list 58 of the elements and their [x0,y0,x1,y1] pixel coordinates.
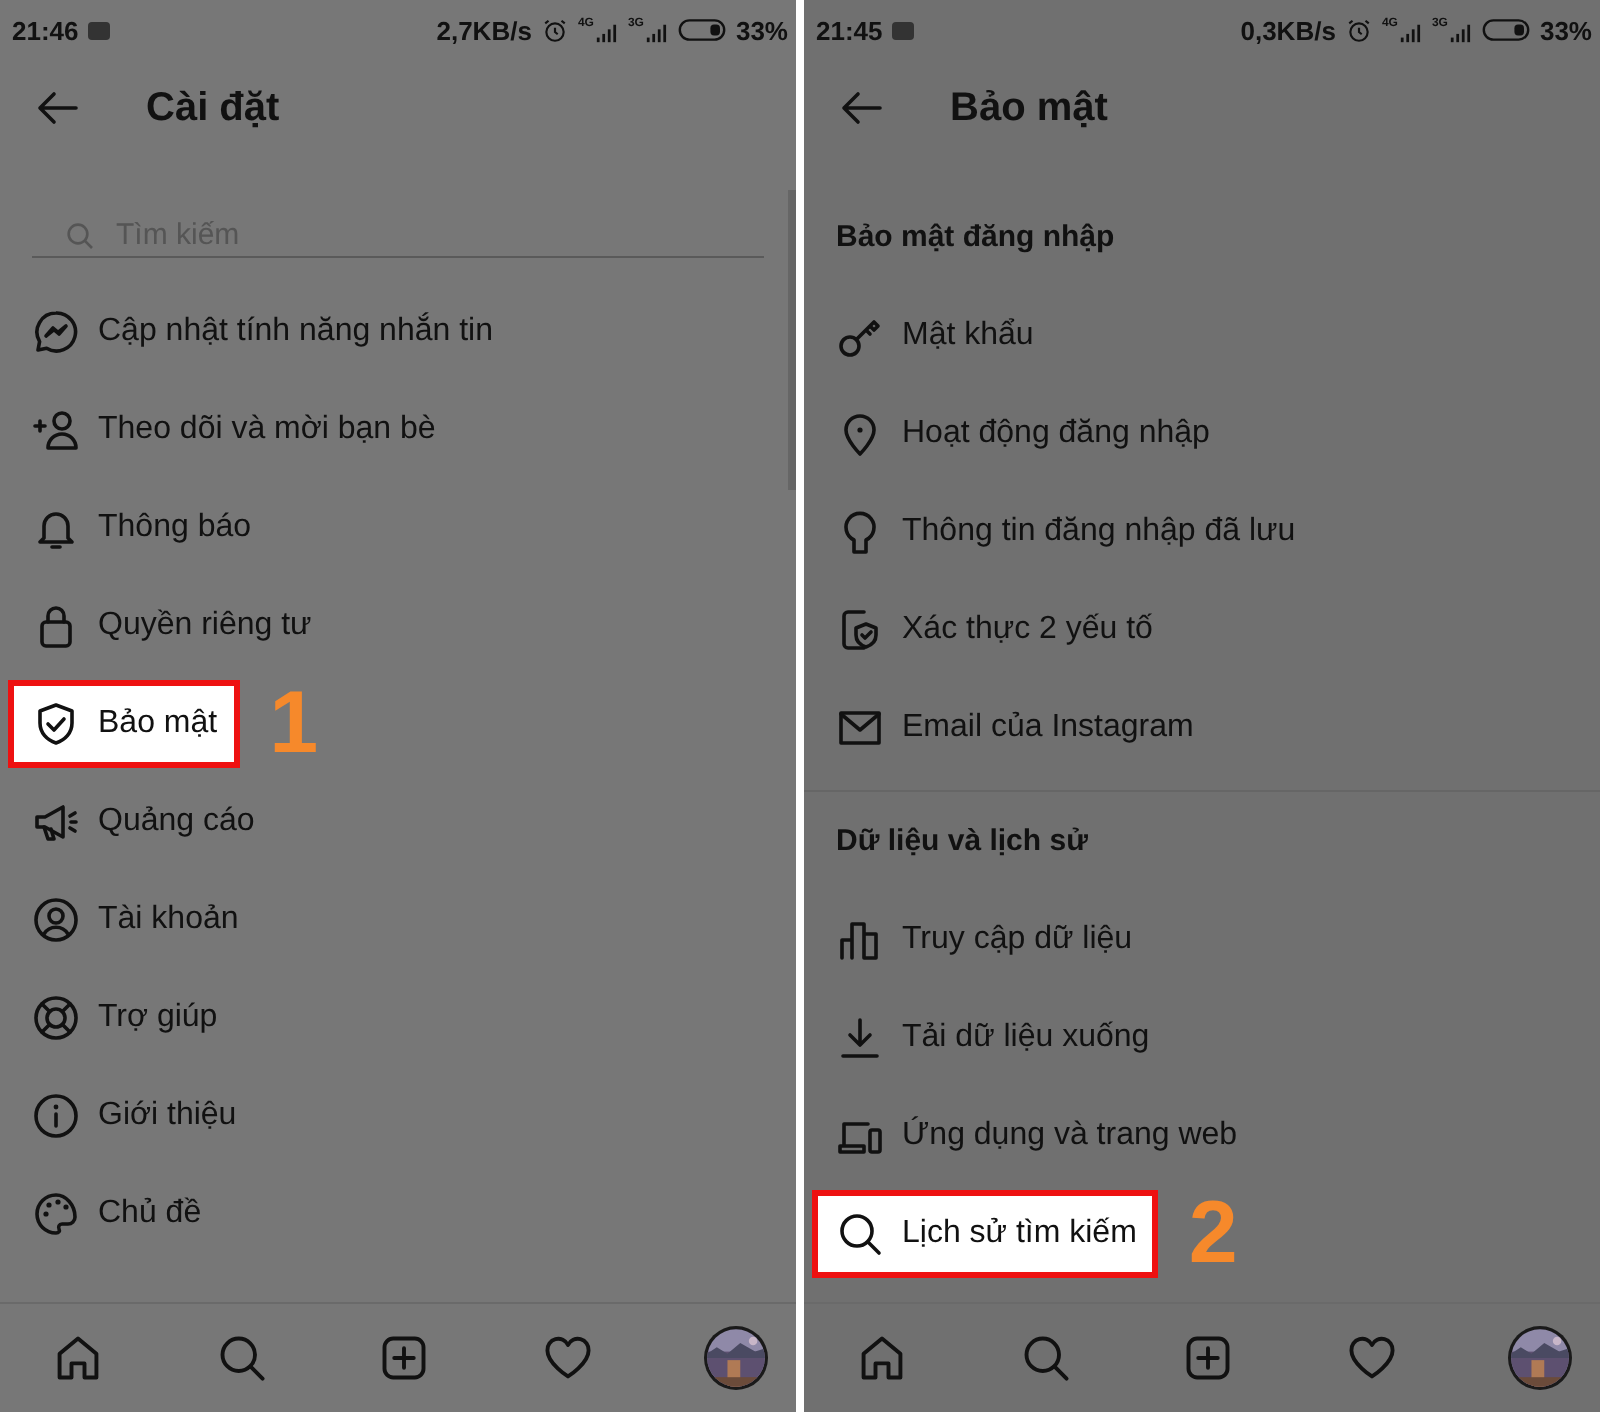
account-icon [32,895,80,943]
alarm-icon [541,17,568,43]
search-icon [64,219,96,251]
status-time: 21:45 [816,15,883,45]
step-number: 2 [1188,1189,1238,1277]
battery-percent: 33% [1539,15,1592,45]
battery-icon [677,18,726,42]
network-speed: 0,3KB/s [1240,15,1336,45]
status-time: 21:46 [12,15,79,45]
menu-item[interactable]: Thông báo [0,478,796,576]
menu-item[interactable]: Thông tin đăng nhập đã lưu [804,482,1600,580]
menu-item[interactable]: Giới thiệu [0,1066,796,1164]
signal-icon [1447,21,1472,43]
menu-item[interactable]: Ứng dụng và trang web [804,1086,1600,1184]
menu-item[interactable]: Chủ đề [0,1164,796,1262]
search-tab[interactable] [1019,1332,1071,1384]
screen-title: Bảo mật [950,85,1108,131]
add-person-icon [32,405,80,453]
step-number: 1 [269,679,319,767]
menu-item[interactable]: Tải dữ liệu xuống [804,988,1600,1086]
new-post-tab[interactable] [378,1332,430,1384]
menu-item[interactable]: Theo dõi và mời bạn bè [0,380,796,478]
heart-tab[interactable] [541,1332,593,1384]
menu-item[interactable]: Lịch sử tìm kiếm [812,1189,1159,1277]
home-tab[interactable] [856,1332,908,1384]
menu-item[interactable]: Tài khoản [0,870,796,968]
menu-item[interactable]: Truy cập dữ liệu [804,890,1600,988]
section-heading: Dữ liệu và lịch sử [834,822,1090,862]
search-tab[interactable] [215,1332,267,1384]
battery-percent: 33% [735,15,788,45]
menu-item[interactable]: Bảo mật [8,679,240,767]
signal-icon [643,21,668,43]
info-icon [32,1091,80,1139]
menu-item[interactable]: Mật khẩu [804,286,1600,384]
menu-item[interactable]: Email của Instagram [804,678,1600,776]
menu-item[interactable]: Trợ giúp [0,968,796,1066]
search-icon [836,1209,884,1257]
alarm-icon [1345,17,1372,43]
shield-check-icon [32,699,80,747]
palette-icon [32,1189,80,1237]
lifebuoy-icon [32,993,80,1041]
menu-item[interactable]: Cập nhật tính năng nhắn tin [0,282,796,380]
phone-shield-icon [836,605,884,653]
menu-item[interactable]: Hoạt động đăng nhập [804,384,1600,482]
heart-tab[interactable] [1345,1332,1397,1384]
new-post-tab[interactable] [1182,1332,1234,1384]
chat-bubble-icon [32,307,80,355]
download-icon [836,1013,884,1061]
section-heading: Bảo mật đăng nhập [834,218,1117,258]
menu-item[interactable]: Quảng cáo [0,772,796,870]
network-speed: 2,7KB/s [436,15,532,45]
menu-item[interactable]: Quyền riêng tư [0,576,796,674]
battery-icon [1481,18,1530,42]
signal-icon [593,21,618,43]
home-tab[interactable] [52,1332,104,1384]
signal-icon [1397,21,1422,43]
menu-item[interactable]: Xác thực 2 yếu tố [804,580,1600,678]
screen-title: Cài đặt [146,85,280,131]
